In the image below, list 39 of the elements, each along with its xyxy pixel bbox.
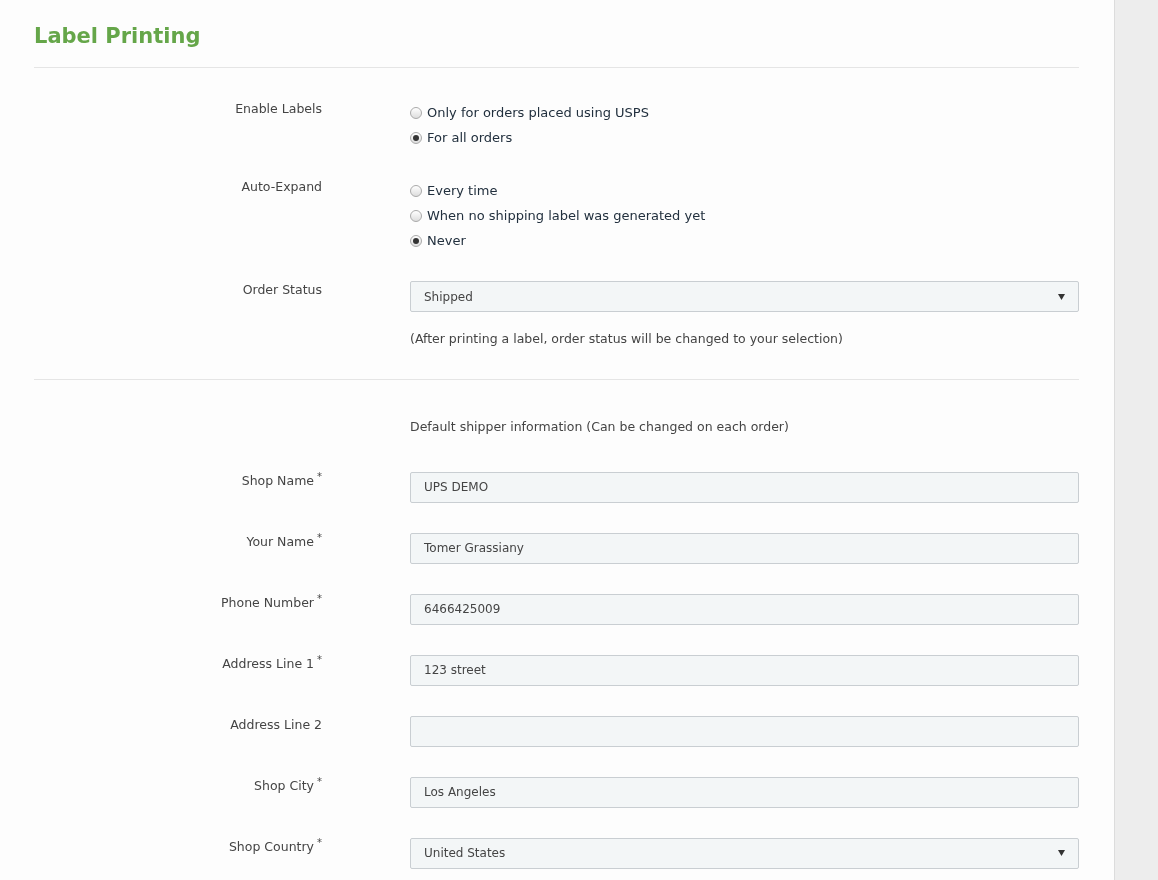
required-mark: * (317, 775, 322, 787)
input-field[interactable]: 6466425009 (410, 593, 1079, 625)
required-mark: * (317, 470, 322, 482)
field-label: Shop Name (241, 472, 314, 488)
radio-button[interactable] (410, 184, 422, 197)
field-label: Order Status (242, 282, 322, 297)
input-field[interactable]: 123 street (410, 654, 1079, 686)
field-label: Shop Country (228, 838, 314, 854)
radio-button[interactable] (410, 106, 422, 119)
radio-option[interactable]: For all orders (410, 125, 1079, 150)
radio-option[interactable]: Every time (410, 178, 1079, 203)
caret-icon (1058, 293, 1065, 300)
section-intro: Default shipper information (Can be changed on each order) (410, 417, 790, 436)
radio-option[interactable]: When no shipping label was generated yet (410, 203, 1079, 228)
input-field[interactable]: Los Angeles (410, 776, 1079, 808)
status-dropdown[interactable]: Shipped (410, 281, 1079, 312)
dropdown-field[interactable]: United States (410, 837, 1079, 869)
caret-icon (1058, 850, 1065, 856)
field-label: Address Line 2 (230, 716, 322, 732)
page-title: Label Printing (34, 23, 202, 50)
required-mark: * (317, 592, 322, 604)
required-mark: * (317, 653, 322, 665)
required-mark: * (317, 836, 322, 848)
field-label: Enable Labels (235, 101, 322, 116)
radio-button[interactable] (410, 234, 422, 247)
required-mark: * (317, 531, 322, 543)
radio-option[interactable]: Only for orders placed using USPS (410, 100, 1079, 125)
field-label: Your Name (246, 533, 314, 549)
input-field[interactable]: UPS DEMO (410, 471, 1079, 503)
radio-button[interactable] (410, 131, 422, 144)
help-text: (After printing a label, order status will be changed to your selection) (410, 330, 844, 348)
field-label: Auto-Expand (241, 179, 322, 194)
input-field[interactable] (410, 715, 1079, 747)
field-label: Phone Number (221, 594, 314, 610)
radio-button[interactable] (410, 209, 422, 222)
field-label: Shop City (254, 777, 314, 793)
radio-option[interactable]: Never (410, 228, 1079, 253)
field-label: Address Line 1 (222, 655, 314, 671)
input-field[interactable]: Tomer Grassiany (410, 532, 1079, 564)
